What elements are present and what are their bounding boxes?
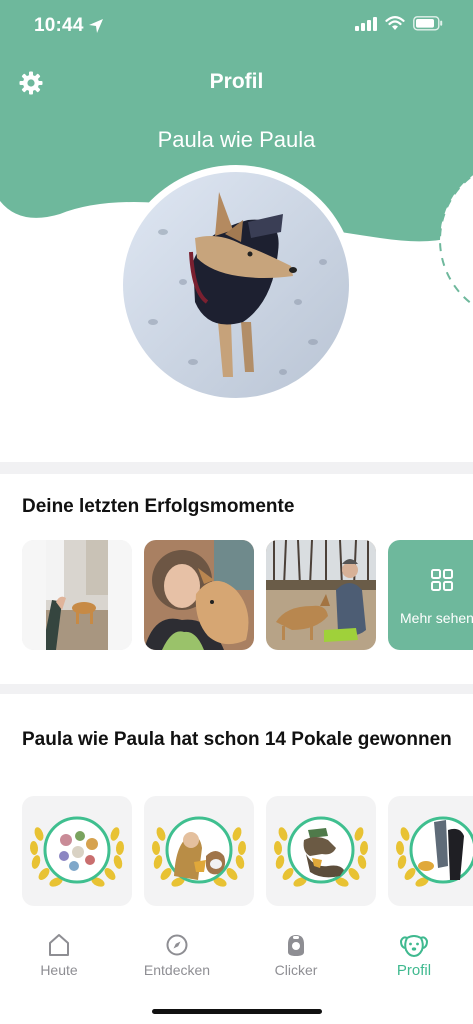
more-moments-label: Mehr sehen [400, 610, 473, 626]
grid-icon [431, 569, 453, 591]
clicker-icon [288, 935, 304, 956]
moments-carousel[interactable]: Mehr sehen [22, 540, 473, 652]
section-divider [0, 684, 473, 694]
page-title: Profil [209, 70, 264, 93]
tab-entdecken-label: Entdecken [143, 962, 211, 978]
wifi-icon [385, 16, 405, 30]
moment-photo-1[interactable] [22, 540, 132, 650]
moment-photo-2[interactable] [144, 540, 254, 650]
tab-entdecken[interactable]: Entdecken [122, 932, 232, 978]
signal-icon [355, 16, 377, 31]
moment-photo-3[interactable] [266, 540, 376, 650]
tab-heute-label: Heute [40, 962, 78, 978]
tab-profil-label: Profil [396, 962, 432, 979]
compass-icon [166, 934, 188, 956]
tab-clicker[interactable]: Clicker [241, 932, 351, 978]
moments-section-title: Deine letzten Erfolgsmomente [22, 496, 295, 517]
trophy-badge-4[interactable] [388, 796, 473, 906]
dog-name: Paula wie Paula [157, 127, 316, 152]
trophy-badge-3[interactable] [266, 796, 376, 906]
location-arrow-icon [89, 19, 103, 33]
status-time: 10:44 [34, 15, 84, 36]
house-icon [49, 934, 69, 956]
tab-heute[interactable]: Heute [4, 932, 114, 978]
home-indicator [152, 1009, 322, 1014]
tab-clicker-label: Clicker [274, 962, 318, 978]
dog-face-icon [400, 935, 428, 957]
battery-icon [413, 16, 443, 31]
trophy-badge-1[interactable] [22, 796, 132, 906]
trophies-carousel[interactable] [22, 796, 473, 908]
section-divider [0, 462, 473, 474]
more-moments-button[interactable]: Mehr sehen [388, 540, 473, 650]
trophies-section-title: Paula wie Paula hat schon 14 Pokale gewo… [22, 729, 452, 750]
tab-profil[interactable]: Profil [359, 932, 469, 979]
dog-avatar-photo[interactable] [123, 172, 349, 398]
status-bar: 10:44 [0, 0, 473, 50]
trophy-badge-2[interactable] [144, 796, 254, 906]
